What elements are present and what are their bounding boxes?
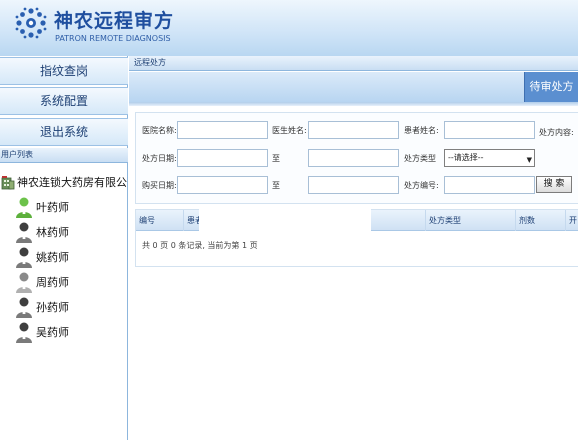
- main-panel: 远程处方 待审处方 医院名称: 医生姓名: 患者姓名: 处方内容: 处方日期: …: [129, 56, 578, 440]
- tree-user-item[interactable]: 姚药师: [15, 246, 127, 270]
- column-header-doses[interactable]: 剂数: [516, 210, 566, 231]
- pagination-status: 共 0 页 0 条记录, 当前为第 1 页: [142, 241, 258, 250]
- rx-no-input[interactable]: [444, 176, 535, 194]
- app-header: 神农远程审方 PATRON REMOTE DIAGNOSIS: [0, 0, 578, 56]
- nav-fingerprint-check-button[interactable]: 指纹查岗: [0, 57, 128, 85]
- tree-user-item[interactable]: 周药师: [15, 271, 127, 295]
- doctor-input[interactable]: [308, 121, 399, 139]
- rx-type-label: 处方类型: [404, 154, 436, 163]
- tree-user-item[interactable]: 林药师: [15, 221, 127, 245]
- tree-user-label: 周药师: [36, 276, 69, 289]
- sidebar: 指纹查岗 系统配置 退出系统 用户列表 神农连锁大药房有限公司 (1/ 叶药师: [0, 56, 128, 440]
- patient-input[interactable]: [444, 121, 535, 139]
- rx-date-from-input[interactable]: [177, 149, 268, 167]
- patron-logo-icon: [15, 7, 47, 39]
- table-header-occluder: [199, 206, 371, 234]
- purchase-date-label: 购买日期:: [142, 181, 177, 190]
- purchase-date-to-input[interactable]: [308, 176, 399, 194]
- column-header-rx-type[interactable]: 处方类型: [426, 210, 516, 231]
- user-list-title: 用户列表: [0, 148, 128, 163]
- nav-logout-button[interactable]: 退出系统: [0, 118, 128, 146]
- rx-date-to-input[interactable]: [308, 149, 399, 167]
- tree-root-label: 神农连锁大药房有限公司 (1/: [17, 176, 128, 189]
- tree-user-item[interactable]: 叶药师: [15, 196, 127, 220]
- tree-user-label: 姚药师: [36, 251, 69, 264]
- tree-user-item[interactable]: 吴药师: [15, 321, 127, 345]
- rx-type-select[interactable]: --请选择-- ▼: [444, 149, 535, 167]
- doctor-label: 医生姓名:: [272, 126, 307, 135]
- content-label: 处方内容:: [539, 128, 574, 137]
- column-header-open[interactable]: 开: [566, 210, 578, 231]
- hospital-label: 医院名称:: [142, 126, 177, 135]
- tree-user-label: 吴药师: [36, 326, 69, 339]
- user-avatar-icon: [16, 272, 32, 293]
- user-avatar-icon: [16, 247, 32, 268]
- tree-user-label: 孙药师: [36, 301, 69, 314]
- tab-pending-prescriptions[interactable]: 待审处方: [524, 72, 578, 102]
- tree-user-label: 叶药师: [36, 201, 69, 214]
- breadcrumb: 远程处方: [129, 56, 578, 71]
- chevron-down-icon: ▼: [526, 156, 532, 164]
- column-header-blank: [370, 210, 426, 231]
- purchase-date-from-input[interactable]: [177, 176, 268, 194]
- search-form: 医院名称: 医生姓名: 患者姓名: 处方内容: 处方日期: 至 处方类型 --请…: [135, 112, 578, 204]
- tree-root-org[interactable]: 神农连锁大药房有限公司 (1/: [0, 172, 128, 194]
- tree-user-label: 林药师: [36, 226, 69, 239]
- to-label: 至: [272, 181, 280, 190]
- user-avatar-icon: [16, 322, 32, 343]
- user-avatar-icon: [16, 197, 32, 218]
- rx-type-selected: --请选择--: [448, 153, 484, 162]
- to-label: 至: [272, 154, 280, 163]
- nav-system-config-button[interactable]: 系统配置: [0, 87, 128, 115]
- hospital-input[interactable]: [177, 121, 268, 139]
- patient-label: 患者姓名:: [404, 126, 439, 135]
- org-building-icon: [1, 176, 15, 190]
- brand-subtitle: PATRON REMOTE DIAGNOSIS: [55, 34, 171, 43]
- user-avatar-icon: [16, 222, 32, 243]
- rx-date-label: 处方日期:: [142, 154, 177, 163]
- brand-title: 神农远程审方: [54, 10, 175, 32]
- tree-user-item[interactable]: 孙药师: [15, 296, 127, 320]
- column-header-number[interactable]: 编号: [136, 210, 184, 231]
- title-bar: 待审处方: [129, 72, 578, 102]
- user-avatar-icon: [16, 297, 32, 318]
- search-button[interactable]: 搜 索: [536, 176, 572, 193]
- title-band: [129, 102, 578, 106]
- rx-no-label: 处方编号:: [404, 181, 439, 190]
